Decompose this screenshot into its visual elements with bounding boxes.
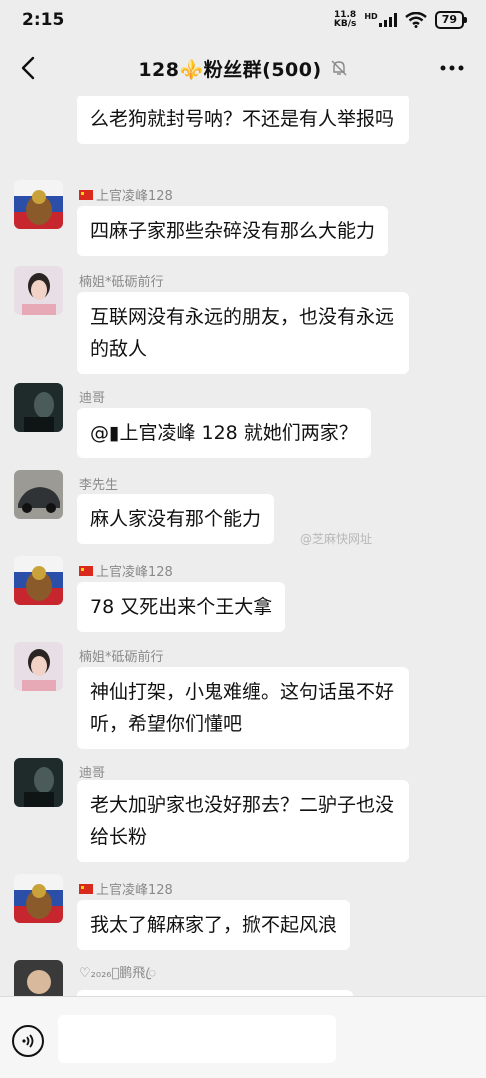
message-bubble[interactable]: 麻人家没有那个能力 <box>77 494 275 544</box>
status-time: 2:15 <box>22 10 65 30</box>
sender-name-text: 上官凌峰128 <box>96 565 173 580</box>
message-bubble[interactable]: 我太了解麻家了，掀不起风浪 <box>77 900 351 950</box>
flag-icon <box>79 883 93 894</box>
status-icons: 11.8 KB/s HD 79 <box>334 11 468 29</box>
avatar[interactable] <box>14 470 63 519</box>
battery-icon: 79 <box>434 11 468 29</box>
sender-name: 上官凌峰128 <box>79 561 173 580</box>
chevron-left-icon <box>21 56 35 80</box>
message-bubble[interactable]: 么老狗就封号呐？不还是有人举报吗 <box>77 96 409 144</box>
more-options-button[interactable] <box>438 58 466 78</box>
sender-name-text: 上官凌峰128 <box>96 189 173 204</box>
message-bubble[interactable]: 互联网没有永远的朋友，也没有永远的敌人 <box>77 292 409 374</box>
message-bubble[interactable]: 78 又死出来个王大拿 <box>77 582 286 632</box>
send-area <box>440 1029 470 1059</box>
message-bubble[interactable]: 老大加驴家也没好那去？二驴子也没给长粉 <box>77 780 409 862</box>
chat-title: 128⚜️粉丝群(500) <box>138 58 322 81</box>
message-bubble[interactable]: 四麻子家那些杂碎没有那么大能力 <box>77 206 389 256</box>
status-bar: 2:15 11.8 KB/s HD 79 <box>0 0 486 40</box>
input-bar <box>0 996 486 1078</box>
voice-input-button[interactable] <box>12 1025 44 1057</box>
sender-name: 李先生 <box>79 478 119 493</box>
back-button[interactable] <box>14 52 42 84</box>
message-bubble[interactable]: 神仙打架，小鬼难缠。这句话虽不好听，希望你们懂吧 <box>77 667 409 749</box>
emoji-button[interactable] <box>350 1027 380 1057</box>
more-actions-button[interactable] <box>398 1027 428 1057</box>
sender-name: 迪哥 <box>79 766 106 781</box>
avatar[interactable] <box>14 556 63 605</box>
watermark: @芝麻快网址 <box>300 532 373 546</box>
avatar[interactable] <box>14 758 63 807</box>
network-speed-unit: KB/s <box>333 19 357 29</box>
sender-name: 楠姐*砥砺前行 <box>79 650 164 665</box>
wifi-icon <box>404 12 427 28</box>
network-speed: 11.8 KB/s <box>334 11 356 29</box>
avatar[interactable] <box>14 383 63 432</box>
sender-name: 上官凌峰128 <box>79 879 173 898</box>
sender-name: 迪哥 <box>79 391 106 406</box>
chat-header: 128⚜️粉丝群(500) <box>0 40 486 96</box>
voice-icon <box>22 1034 34 1048</box>
chat-message-list[interactable]: 么老狗就封号呐？不还是有人举报吗 上官凌峰128 四麻子家那些杂碎没有那么大能力… <box>0 96 486 996</box>
sender-name-text: 上官凌峰128 <box>96 883 173 898</box>
network-type: HD <box>364 12 378 21</box>
flag-icon <box>79 189 93 200</box>
more-dots-icon <box>440 65 464 71</box>
avatar[interactable] <box>14 642 63 691</box>
avatar[interactable] <box>14 266 63 315</box>
avatar[interactable] <box>14 960 63 996</box>
avatar[interactable] <box>14 874 63 923</box>
sender-name: 上官凌峰128 <box>79 185 173 204</box>
sender-name: 楠姐*砥砺前行 <box>79 275 164 290</box>
message-input[interactable] <box>58 1015 336 1063</box>
message-bubble[interactable]: @▮上官凌峰 128 就她们两家？ <box>77 408 371 458</box>
cell-signal-icon: HD <box>364 12 397 27</box>
mute-bell-icon <box>330 59 348 77</box>
sender-name: ♡₂₀₂₆ꦿ鹏飛ꦿ <box>79 966 157 981</box>
flag-icon <box>79 565 93 576</box>
avatar[interactable] <box>14 180 63 229</box>
